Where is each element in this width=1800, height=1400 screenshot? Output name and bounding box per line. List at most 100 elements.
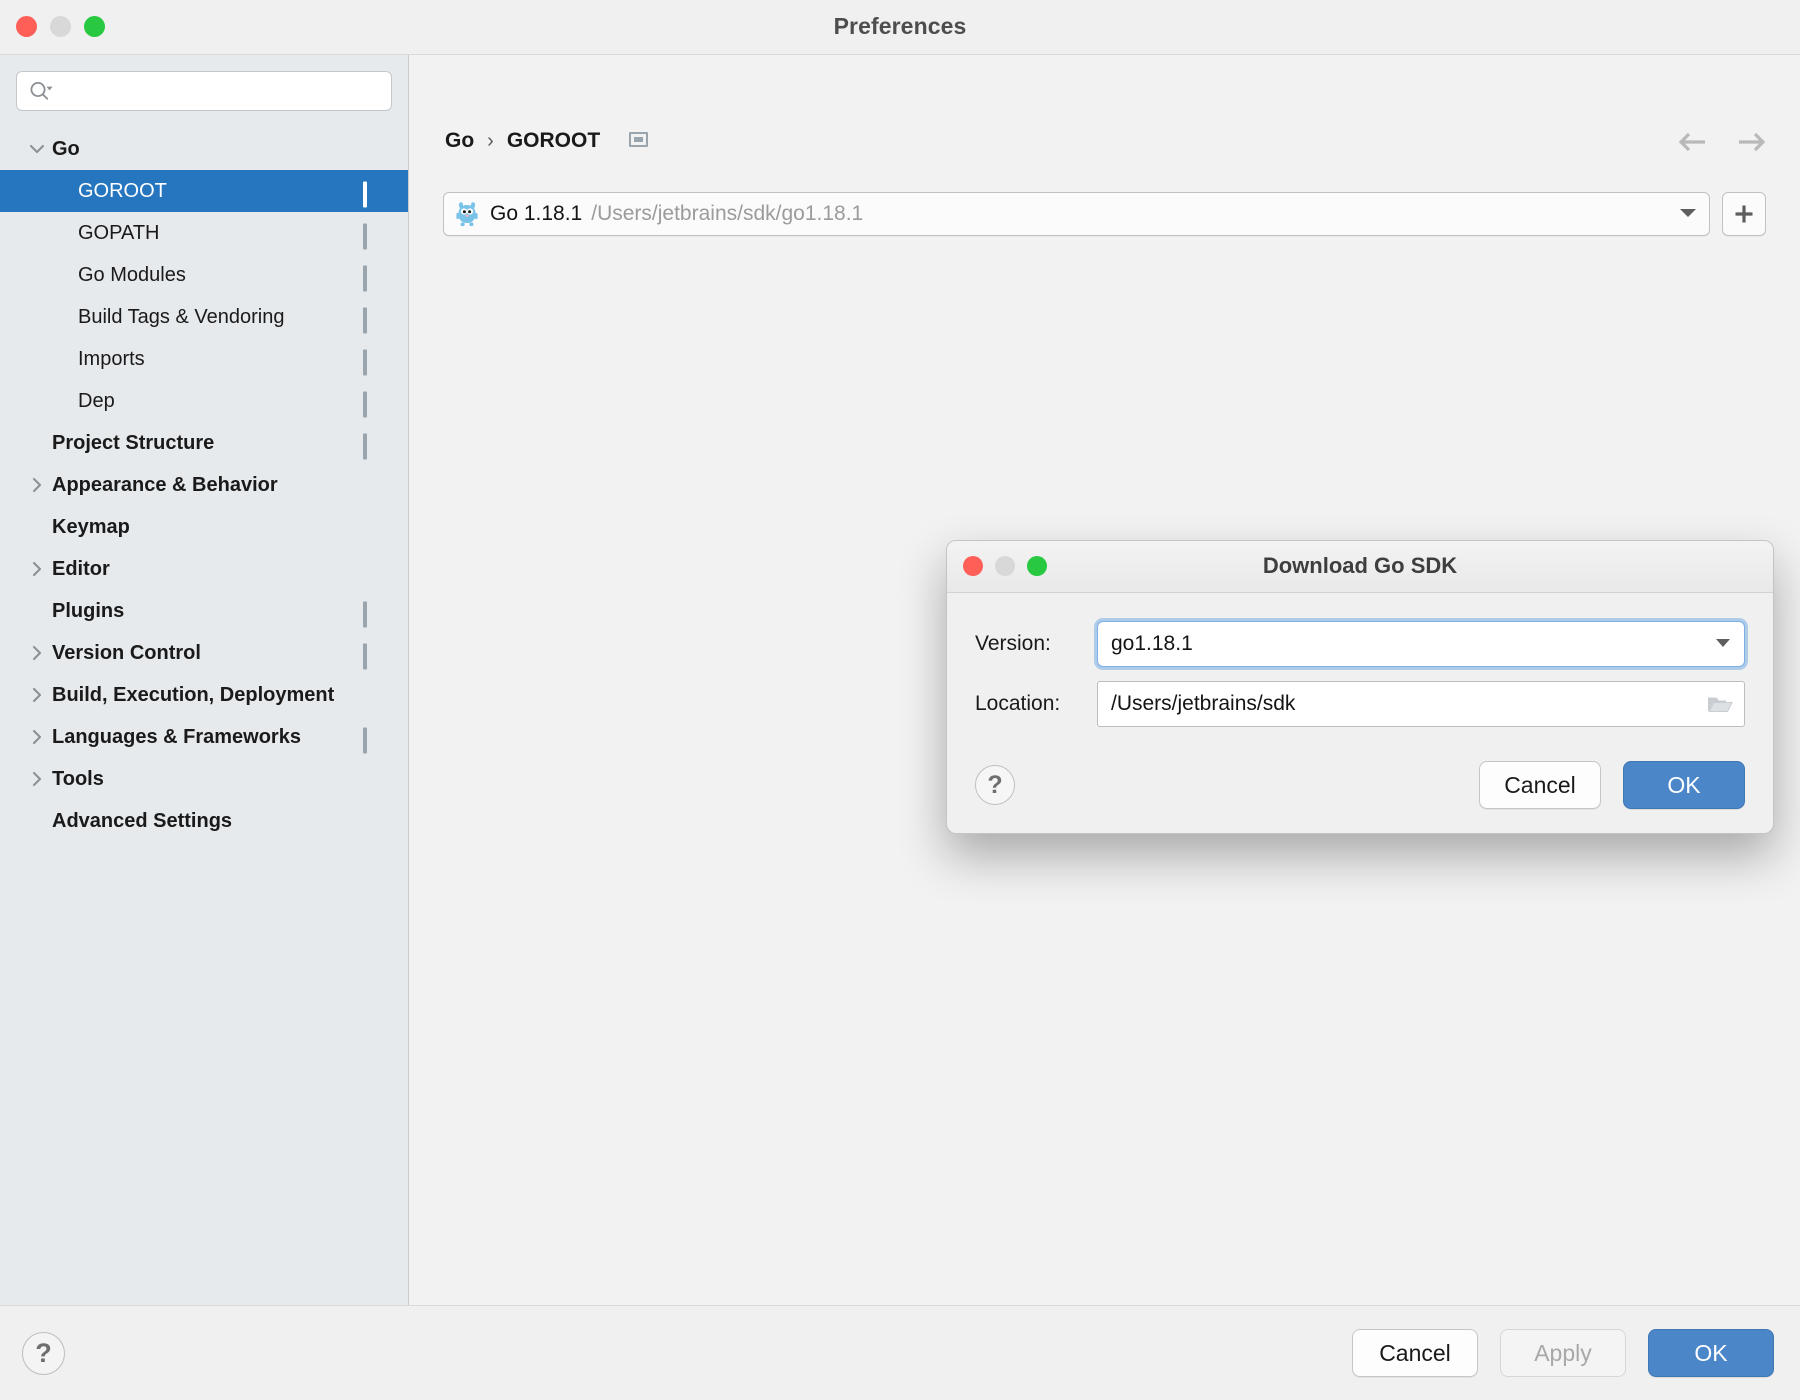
- breadcrumb-separator: ›: [487, 129, 494, 152]
- apply-button[interactable]: Apply: [1500, 1329, 1626, 1377]
- sidebar-item-label: Appearance & Behavior: [52, 473, 278, 496]
- dialog-body: Version: go1.18.1 Location: /Users/jetbr…: [947, 593, 1773, 727]
- sidebar-item-keymap[interactable]: Keymap: [0, 506, 408, 548]
- sidebar-item-imports[interactable]: Imports: [0, 338, 408, 380]
- sidebar-item-label: Languages & Frameworks: [52, 725, 301, 748]
- sidebar-item-advanced-settings[interactable]: Advanced Settings: [0, 800, 408, 842]
- dialog-button-group: Cancel OK: [1479, 761, 1745, 809]
- sidebar-item-languages-frameworks[interactable]: Languages & Frameworks: [0, 716, 408, 758]
- sidebar-item-goroot[interactable]: GOROOT: [0, 170, 408, 212]
- chevron-right-icon[interactable]: [26, 674, 48, 716]
- search-box[interactable]: [16, 71, 392, 111]
- arrow-left-icon[interactable]: [1676, 129, 1710, 155]
- arrow-right-icon[interactable]: [1734, 129, 1768, 155]
- sidebar-item-go[interactable]: Go: [0, 128, 408, 170]
- download-go-sdk-dialog: Download Go SDK Version: go1.18.1 Locati…: [946, 540, 1774, 834]
- chevron-down-icon[interactable]: [1712, 635, 1734, 654]
- module-config-icon: [363, 265, 382, 292]
- sidebar-item-label: Imports: [78, 347, 145, 370]
- module-config-icon: [363, 601, 382, 628]
- module-config-icon: [629, 129, 649, 153]
- breadcrumb-current: GOROOT: [506, 129, 601, 152]
- dialog-help-button[interactable]: ?: [975, 765, 1015, 805]
- location-field-row: Location: /Users/jetbrains/sdk: [975, 681, 1745, 727]
- settings-tree: Go GOROOT GOPATH Go Modules Build Tags & Ven…: [0, 128, 408, 1305]
- sidebar-item-label: Dep: [78, 389, 115, 412]
- module-config-icon: [363, 349, 382, 376]
- location-input[interactable]: /Users/jetbrains/sdk: [1097, 681, 1745, 727]
- sidebar-item-version-control[interactable]: Version Control: [0, 632, 408, 674]
- sidebar-item-tools[interactable]: Tools: [0, 758, 408, 800]
- go-gopher-icon: [456, 201, 478, 227]
- sidebar-item-build-tags-vendoring[interactable]: Build Tags & Vendoring: [0, 296, 408, 338]
- add-sdk-button[interactable]: [1722, 192, 1766, 236]
- dialog-titlebar: Download Go SDK: [947, 541, 1773, 593]
- version-value: go1.18.1: [1111, 632, 1193, 655]
- sidebar-item-build-execution-deployment[interactable]: Build, Execution, Deployment: [0, 674, 408, 716]
- module-config-icon: [363, 433, 382, 460]
- help-button[interactable]: ?: [22, 1331, 65, 1375]
- sidebar-item-dep[interactable]: Dep: [0, 380, 408, 422]
- search-input[interactable]: [54, 72, 391, 110]
- dialog-ok-button[interactable]: OK: [1623, 761, 1745, 809]
- sidebar-item-label: Go Modules: [78, 263, 186, 286]
- sidebar-item-label: Go: [52, 137, 80, 160]
- preferences-window: Preferences Go GOROOT GOPATH Go Modules Bui: [0, 0, 1800, 1400]
- ok-button[interactable]: OK: [1648, 1329, 1774, 1377]
- window-footer: ? Cancel Apply OK: [0, 1305, 1800, 1400]
- sidebar-item-label: Project Structure: [52, 431, 215, 454]
- dialog-title: Download Go SDK: [1262, 553, 1458, 578]
- chevron-right-icon[interactable]: [26, 464, 48, 506]
- location-label: Location:: [975, 692, 1061, 715]
- sidebar-item-go-modules[interactable]: Go Modules: [0, 254, 408, 296]
- sidebar-item-label: Build, Execution, Deployment: [52, 683, 335, 706]
- sidebar-item-project-structure[interactable]: Project Structure: [0, 422, 408, 464]
- chevron-right-icon[interactable]: [26, 758, 48, 800]
- sidebar-item-label: GOROOT: [78, 179, 167, 202]
- dialog-footer: ? Cancel OK: [947, 741, 1773, 833]
- module-config-icon: [363, 643, 382, 670]
- folder-icon[interactable]: [1704, 691, 1736, 717]
- sidebar-item-appearance-behavior[interactable]: Appearance & Behavior: [0, 464, 408, 506]
- location-field-container: /Users/jetbrains/sdk: [1097, 681, 1745, 727]
- chevron-right-icon[interactable]: [26, 548, 48, 590]
- sidebar-item-gopath[interactable]: GOPATH: [0, 212, 408, 254]
- sidebar-item-label: Tools: [52, 767, 104, 790]
- chevron-down-icon[interactable]: [26, 128, 48, 170]
- chevron-right-icon[interactable]: [26, 632, 48, 674]
- module-config-icon: [363, 727, 382, 754]
- search-container: [0, 55, 408, 111]
- window-titlebar: Preferences: [0, 0, 1800, 55]
- version-field-row: Version: go1.18.1: [975, 621, 1745, 667]
- sidebar-item-editor[interactable]: Editor: [0, 548, 408, 590]
- search-icon: [28, 80, 54, 102]
- module-config-icon: [363, 181, 382, 208]
- chevron-down-icon[interactable]: [1663, 205, 1699, 224]
- sidebar-item-label: Keymap: [52, 515, 130, 538]
- module-config-icon: [363, 391, 382, 418]
- settings-sidebar: Go GOROOT GOPATH Go Modules Build Tags & Ven…: [0, 55, 409, 1305]
- sidebar-item-label: Editor: [52, 557, 110, 580]
- sdk-selector-row: Go 1.18.1 /Users/jetbrains/sdk/go1.18.1: [409, 192, 1800, 236]
- version-field-container: go1.18.1: [1097, 621, 1745, 667]
- sidebar-item-label: Advanced Settings: [52, 809, 233, 832]
- version-combobox[interactable]: go1.18.1: [1097, 621, 1745, 667]
- window-title: Preferences: [833, 13, 967, 39]
- location-value: /Users/jetbrains/sdk: [1111, 692, 1296, 715]
- chevron-right-icon[interactable]: [26, 716, 48, 758]
- goroot-sdk-combobox[interactable]: Go 1.18.1 /Users/jetbrains/sdk/go1.18.1: [443, 192, 1710, 236]
- dialog-cancel-button[interactable]: Cancel: [1479, 761, 1601, 809]
- navigation-arrows: [1676, 129, 1768, 155]
- window-body: Go GOROOT GOPATH Go Modules Build Tags & Ven…: [0, 55, 1800, 1305]
- sdk-name-label: Go 1.18.1: [490, 202, 583, 225]
- sdk-path-label: /Users/jetbrains/sdk/go1.18.1: [591, 202, 864, 225]
- breadcrumb-root[interactable]: Go: [445, 129, 474, 153]
- sidebar-item-plugins[interactable]: Plugins: [0, 590, 408, 632]
- sidebar-item-label: GOPATH: [78, 221, 160, 244]
- module-config-icon: [363, 223, 382, 250]
- settings-main-panel: Go › GOROOT Go 1.18.1 /Users/jetbrains/s…: [409, 55, 1800, 1305]
- sidebar-item-label: Version Control: [52, 641, 201, 664]
- breadcrumb: Go › GOROOT: [445, 129, 649, 153]
- cancel-button[interactable]: Cancel: [1352, 1329, 1478, 1377]
- footer-button-group: Cancel Apply OK: [1352, 1329, 1774, 1377]
